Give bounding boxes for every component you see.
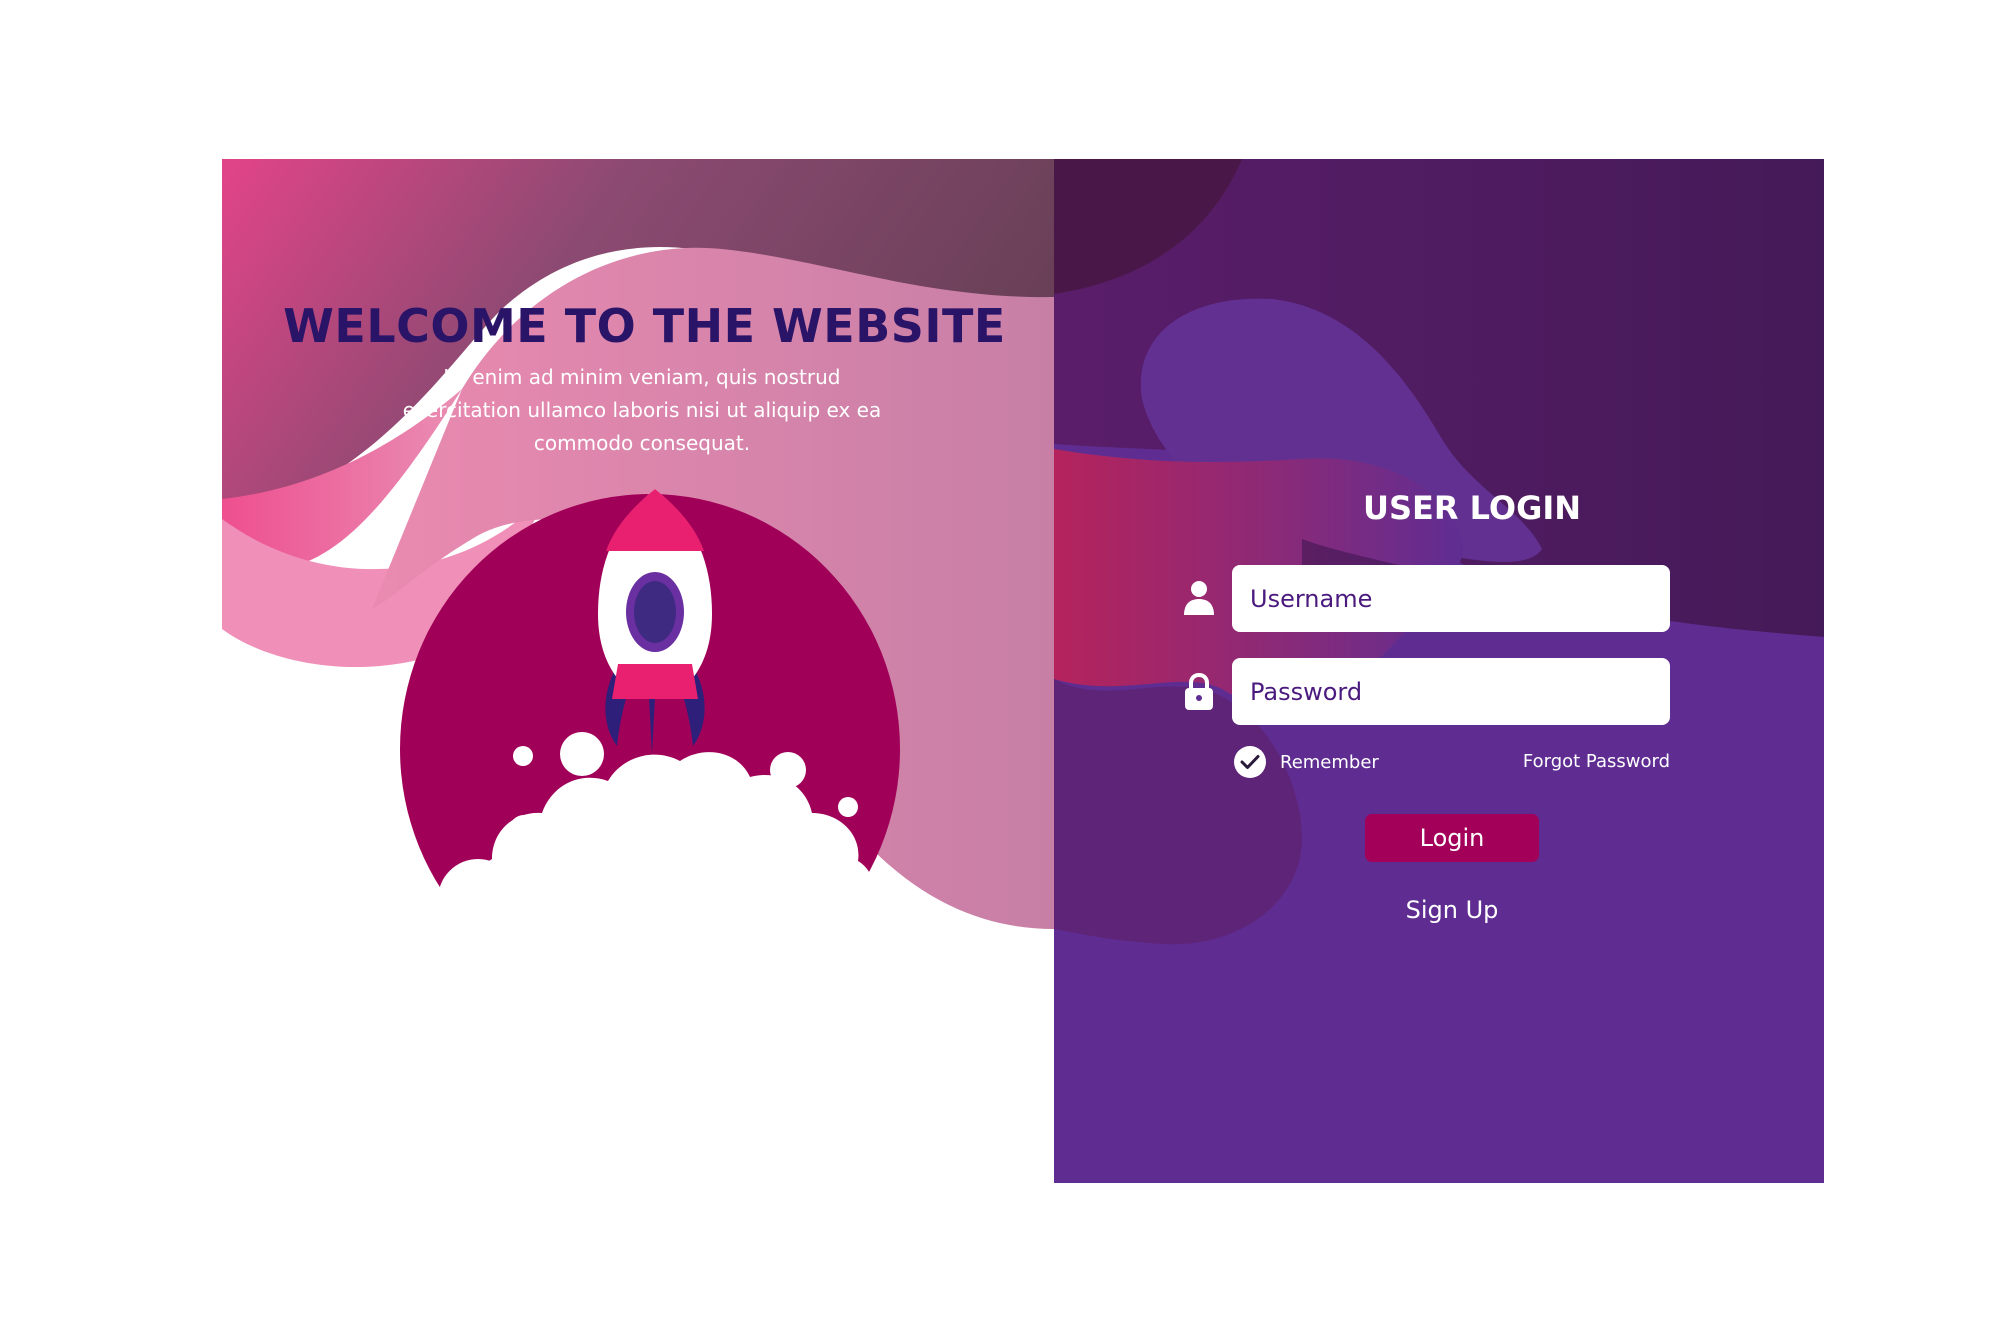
welcome-line-2: exercitation ullamco laboris nisi ut ali…	[402, 398, 882, 422]
checkmark-icon	[1234, 746, 1266, 778]
login-button[interactable]: Login	[1365, 814, 1539, 862]
forgot-password-link[interactable]: Forgot Password	[1462, 751, 1670, 772]
username-input[interactable]	[1232, 565, 1670, 632]
remember-label: Remember	[1280, 751, 1379, 773]
login-card: WELCOME TO THE WEBSITE Ut enim ad minim …	[222, 159, 1824, 1183]
user-icon	[1184, 581, 1214, 615]
remember-checkbox[interactable]: Remember	[1234, 746, 1379, 778]
lock-icon	[1185, 672, 1213, 710]
welcome-line-1: Ut enim ad minim veniam, quis nostrud	[443, 365, 841, 389]
login-title: USER LOGIN	[1362, 489, 1582, 527]
welcome-description: Ut enim ad minim veniam, quis nostrud ex…	[372, 361, 912, 460]
rocket-illustration	[400, 489, 900, 1009]
welcome-line-3: commodo consequat.	[533, 431, 751, 455]
welcome-title: WELCOME TO THE WEBSITE	[283, 299, 1006, 353]
sign-up-link[interactable]: Sign Up	[1342, 896, 1562, 924]
password-input[interactable]	[1232, 658, 1670, 725]
